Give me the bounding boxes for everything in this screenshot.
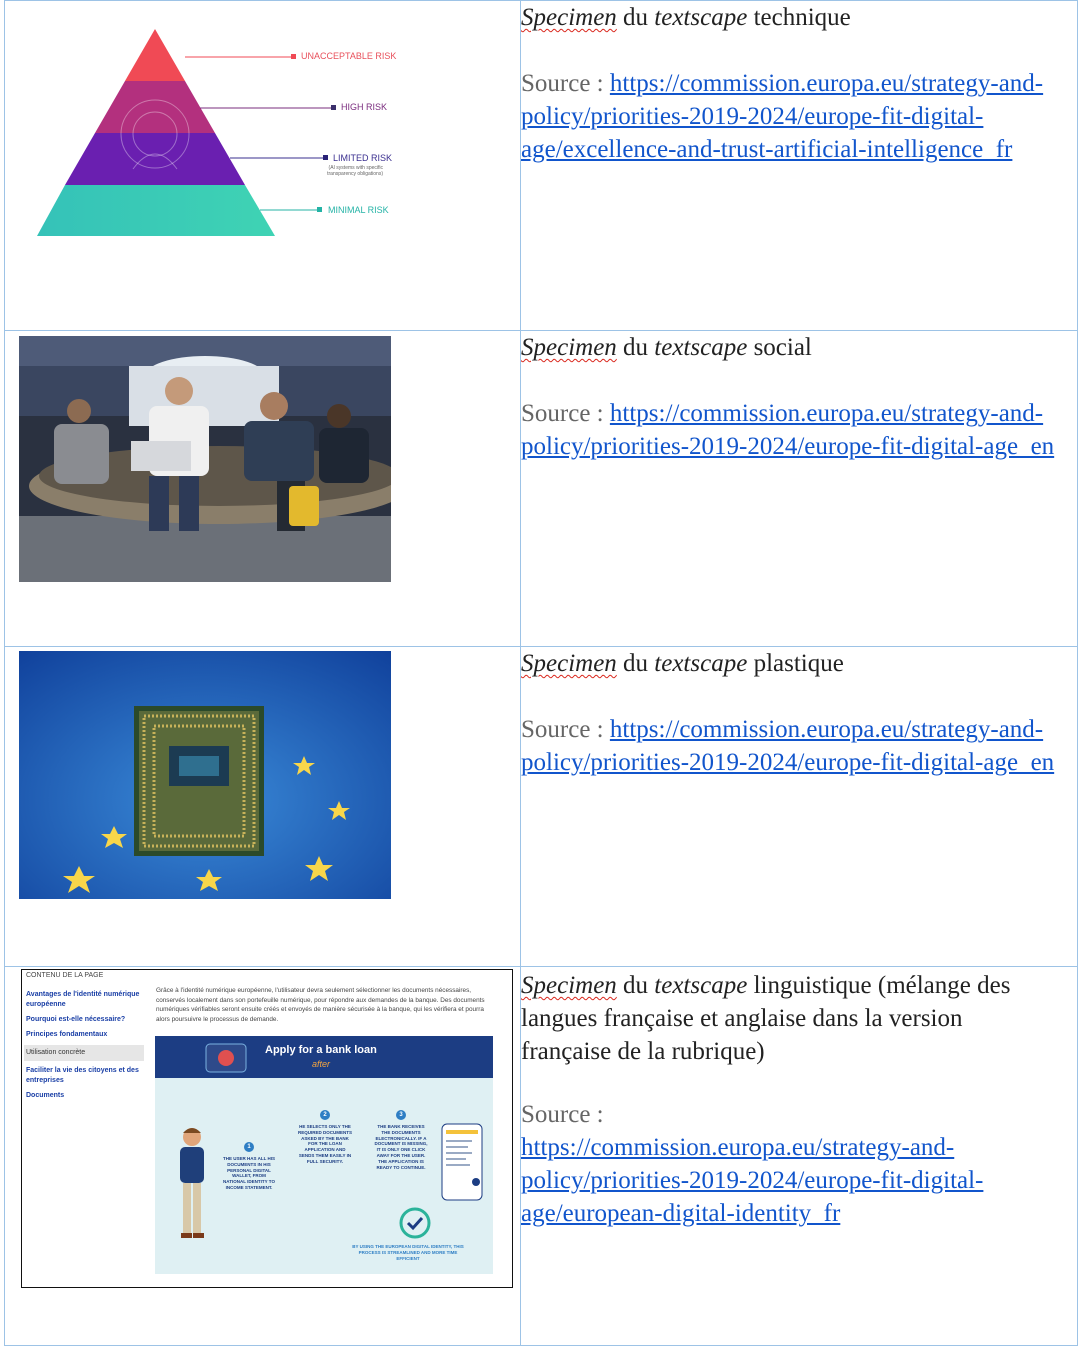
high-risk-label: HIGH RISK <box>341 102 388 112</box>
specimen-heading: Specimen du textscape social <box>521 334 812 361</box>
chip-on-eu-flag-photo <box>19 651 391 899</box>
specimen-heading: Specimen du textscape technique <box>521 4 851 31</box>
step-text: HE SELECTS ONLY THE REQUIRED DOCUMENTS A… <box>297 1124 352 1164</box>
image-cell <box>4 330 521 647</box>
source-line: Source : https://commission.europa.eu/str… <box>521 1101 984 1227</box>
table-row: Specimen du textscape plastique Source :… <box>4 646 1078 967</box>
text-cell: Specimen du textscape social Source : ht… <box>520 330 1078 647</box>
person-illustration <box>180 1128 204 1238</box>
specimen-heading: Specimen du textscape plastique <box>521 650 844 677</box>
specimen-table: UNACCEPTABLE RISK HIGH RISK LIMITED RISK… <box>4 0 1078 1346</box>
ai-risk-pyramid: UNACCEPTABLE RISK HIGH RISK LIMITED RISK… <box>35 29 397 244</box>
step-text: THE BANK RECEIVES THE DOCUMENTS ELECTRON… <box>374 1124 428 1170</box>
source-line: Source : https://commission.europa.eu/st… <box>521 400 1055 460</box>
image-cell: CONTENU DE LA PAGE Avantages de l'identi… <box>4 966 521 1346</box>
step-number: 1 <box>244 1142 254 1152</box>
intro-paragraph: Grâce à l'identité numérique européenne,… <box>156 987 485 1023</box>
table-row: UNACCEPTABLE RISK HIGH RISK LIMITED RISK… <box>4 0 1078 331</box>
limited-risk-note: (AI systems with specific transparency o… <box>327 165 383 177</box>
text-cell: Specimen du textscape plastique Source :… <box>520 646 1078 967</box>
toc-item-active[interactable]: Utilisation concrète <box>24 1045 144 1061</box>
toc-item[interactable]: Pourquoi est-elle nécessaire? <box>26 1015 144 1025</box>
specimen-heading: Specimen du textscape linguistique (méla… <box>521 972 1011 1065</box>
source-line: Source : https://commission.europa.eu/st… <box>521 716 1055 776</box>
table-row: Specimen du textscape social Source : ht… <box>4 330 1078 647</box>
wallet-icon <box>205 1043 247 1073</box>
banner-title: Apply for a bank loan <box>265 1044 377 1056</box>
limited-risk-label: LIMITED RISK <box>333 153 393 163</box>
web-page-screenshot: CONTENU DE LA PAGE Avantages de l'identi… <box>21 969 513 1288</box>
minimal-risk-label: MINIMAL RISK <box>328 205 389 215</box>
phone-mockup <box>441 1123 483 1201</box>
infographic-footer: BY USING THE EUROPEAN DIGITAL IDENTITY, … <box>352 1244 464 1261</box>
table-row: CONTENU DE LA PAGE Avantages de l'identi… <box>4 966 1078 1346</box>
banner-subtitle: after <box>312 1059 331 1069</box>
toc-item[interactable]: Faciliter la vie des citoyens et des ent… <box>26 1066 144 1086</box>
image-cell <box>4 646 521 967</box>
check-icon <box>399 1207 431 1239</box>
source-line: Source : https://commission.europa.eu/st… <box>521 70 1044 163</box>
unacceptable-risk-label: UNACCEPTABLE RISK <box>301 51 397 61</box>
text-cell: Specimen du textscape technique Source :… <box>520 0 1078 331</box>
toc-item[interactable]: Avantages de l'identité numérique europé… <box>26 990 144 1010</box>
people-with-laptops-photo <box>19 336 409 582</box>
toc-title: CONTENU DE LA PAGE <box>26 972 104 979</box>
step-text: THE USER HAS ALL HIS DOCUMENTS IN HIS PE… <box>222 1156 275 1190</box>
source-link[interactable]: https://commission.europa.eu/strategy-an… <box>521 1134 983 1227</box>
text-cell: Specimen du textscape linguistique (méla… <box>520 966 1078 1346</box>
step-number: 2 <box>320 1110 330 1120</box>
page-toc: Avantages de l'identité numérique europé… <box>24 990 144 1106</box>
step-number: 3 <box>396 1110 406 1120</box>
toc-item[interactable]: Documents <box>26 1091 144 1101</box>
toc-item[interactable]: Principes fondamentaux <box>26 1030 144 1040</box>
image-cell: UNACCEPTABLE RISK HIGH RISK LIMITED RISK… <box>4 0 521 331</box>
